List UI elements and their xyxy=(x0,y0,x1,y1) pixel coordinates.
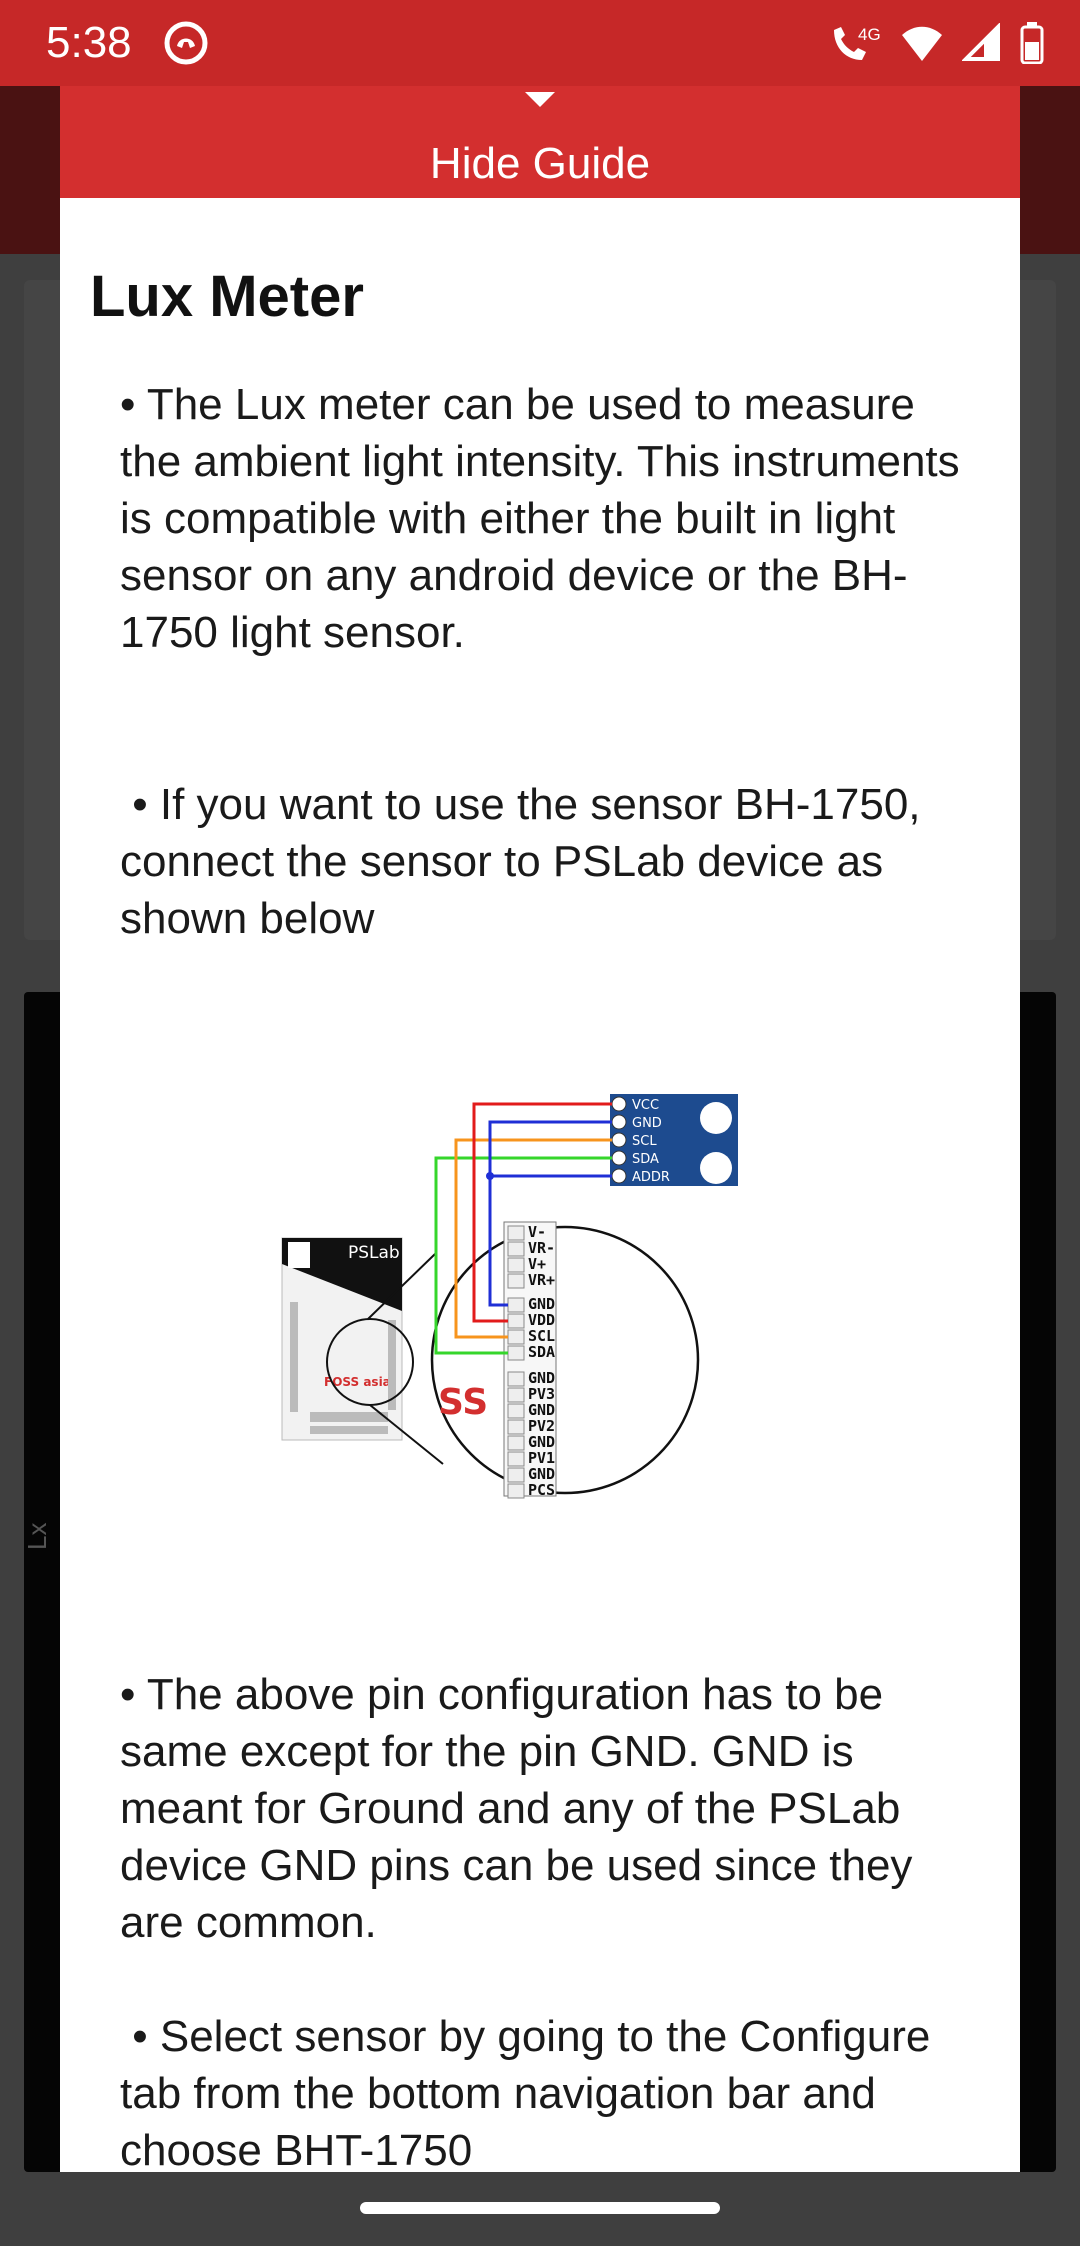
guide-paragraph-configure: • Select sensor by going to the Configur… xyxy=(120,2012,943,2172)
notification-app-icon xyxy=(164,21,208,65)
wire-junction xyxy=(486,1172,494,1180)
connector-pin-label: SDA xyxy=(528,1343,555,1361)
dimmed-axis-label: Lx xyxy=(22,1522,52,1550)
wiring-diagram: VCC GND SCL SDA ADDR PSLab FOSS asia SS xyxy=(281,1094,738,1499)
volte-call-icon: 4G xyxy=(834,25,881,60)
pslab-board-logo-box xyxy=(288,1242,310,1268)
cell-signal-icon xyxy=(962,23,1000,61)
sensor-pin-label: VCC xyxy=(632,1098,659,1113)
pslab-board-label: PSLab xyxy=(348,1243,400,1263)
guide-paragraph-sensor: • If you want to use the sensor BH-1750,… xyxy=(120,780,933,943)
home-gesture-handle[interactable] xyxy=(360,2202,720,2214)
hide-guide-label: Hide Guide xyxy=(429,139,651,188)
zoom-logo-fragment: SS xyxy=(438,1382,488,1423)
svg-text:4G: 4G xyxy=(858,25,881,44)
sensor-pin-label: SDA xyxy=(632,1152,659,1167)
guide-paragraph-pins: • The above pin configuration has to be … xyxy=(120,1670,913,1947)
system-nav-bar xyxy=(0,2172,1080,2246)
status-icons: 4G xyxy=(828,20,1044,66)
chevron-down-icon xyxy=(525,92,555,107)
guide-paragraph-intro: • The Lux meter can be used to measure t… xyxy=(120,380,960,657)
sensor-pin-label: SCL xyxy=(632,1134,657,1149)
sensor-pin-label: GND xyxy=(632,1116,662,1131)
sensor-pin-label: ADDR xyxy=(632,1170,670,1185)
connector-pin-label: PCS xyxy=(528,1481,555,1499)
status-bar: 5:38 4G xyxy=(0,0,1080,86)
hide-guide-button[interactable]: Hide Guide xyxy=(60,86,1020,198)
connector-pin-label: VR+ xyxy=(528,1271,555,1289)
status-time: 5:38 xyxy=(46,18,132,67)
guide-sheet: Hide Guide Lux Meter • The Lux meter can… xyxy=(60,86,1020,2172)
zoom-detail-circle xyxy=(430,1225,700,1495)
guide-title: Lux Meter xyxy=(90,264,364,329)
wifi-icon xyxy=(902,26,942,61)
battery-icon xyxy=(1020,22,1044,64)
sensor-mount-hole xyxy=(700,1102,732,1134)
sensor-mount-hole xyxy=(700,1152,732,1184)
